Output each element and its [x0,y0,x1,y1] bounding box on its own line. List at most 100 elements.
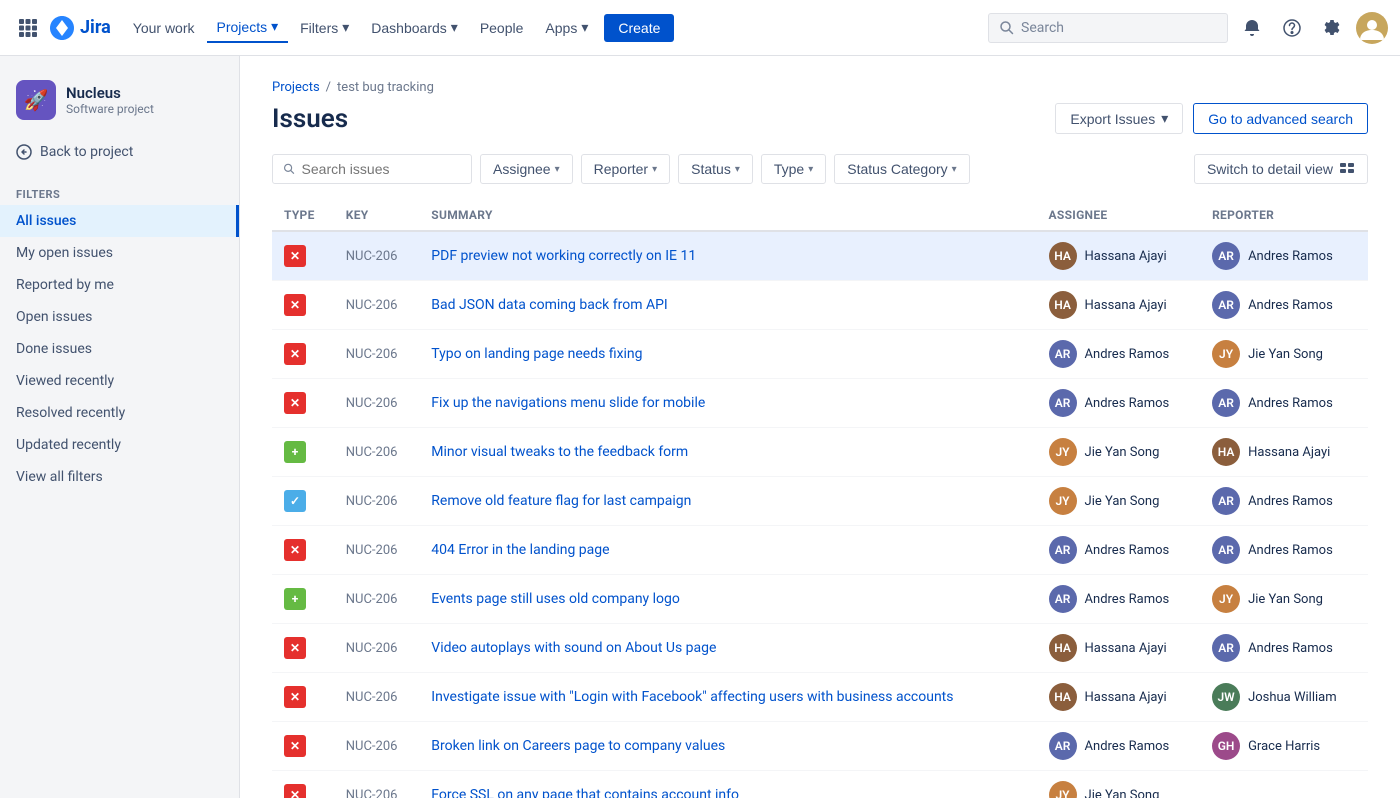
issue-summary[interactable]: Fix up the navigations menu slide for mo… [431,395,705,411]
issue-summary[interactable]: Video autoplays with sound on About Us p… [431,640,716,656]
back-to-project[interactable]: Back to project [0,136,239,168]
sidebar-item-reported-by-me[interactable]: Reported by me [0,269,239,301]
assignee-caret: ▾ [555,164,560,175]
issue-key: NUC-206 [334,526,420,575]
search-issues-input[interactable] [272,154,472,184]
global-search[interactable]: Search [988,13,1228,43]
reporter-name: Grace Harris [1248,739,1320,754]
view-all-filters-link[interactable]: View all filters [0,461,239,493]
advanced-search-button[interactable]: Go to advanced search [1193,103,1368,134]
assignee-avatar: HA [1049,683,1077,711]
type-icon: + [284,441,306,463]
reporter-avatar: AR [1212,389,1240,417]
table-row[interactable]: ✕ NUC-206 Video autoplays with sound on … [272,624,1368,673]
assignee-name: Hassana Ajayi [1085,249,1167,264]
sidebar-item-updated-recently[interactable]: Updated recently [0,429,239,461]
assignee-avatar: AR [1049,536,1077,564]
assignee-avatar: JY [1049,781,1077,798]
table-row[interactable]: ✕ NUC-206 PDF preview not working correc… [272,231,1368,281]
issue-key: NUC-206 [334,624,420,673]
issue-summary[interactable]: Broken link on Careers page to company v… [431,738,725,754]
table-row[interactable]: ✕ NUC-206 Force SSL on any page that con… [272,771,1368,798]
assignee-name: Andres Ramos [1085,543,1170,558]
jira-logo[interactable]: Jira [48,14,111,42]
issue-summary[interactable]: 404 Error in the landing page [431,542,609,558]
assignee-avatar: JY [1049,438,1077,466]
reporter-avatar: AR [1212,487,1240,515]
status-filter[interactable]: Status ▾ [678,154,753,184]
main-nav: Your work Projects ▾ Filters ▾ Dashboard… [123,12,984,43]
nav-dashboards[interactable]: Dashboards ▾ [361,13,468,42]
reporter-cell: AR Andres Ramos [1212,389,1356,417]
assignee-cell: HA Hassana Ajayi [1049,242,1189,270]
reporter-cell: HA Hassana Ajayi [1212,438,1356,466]
type-filter[interactable]: Type ▾ [761,154,826,184]
assignee-avatar: JY [1049,487,1077,515]
issue-summary[interactable]: Force SSL on any page that contains acco… [431,787,739,798]
table-row[interactable]: ✕ NUC-206 Typo on landing page needs fix… [272,330,1368,379]
nav-projects[interactable]: Projects ▾ [207,12,289,43]
nav-your-work[interactable]: Your work [123,14,205,42]
help-button[interactable] [1276,12,1308,44]
assignee-cell: AR Andres Ramos [1049,389,1189,417]
col-reporter: Reporter [1200,200,1368,231]
status-category-filter[interactable]: Status Category ▾ [834,154,969,184]
table-row[interactable]: + NUC-206 Minor visual tweaks to the fee… [272,428,1368,477]
type-icon: ✕ [284,784,306,798]
switch-view-button[interactable]: Switch to detail view [1194,154,1368,184]
type-icon: ✕ [284,637,306,659]
issue-summary[interactable]: PDF preview not working correctly on IE … [431,248,696,264]
nav-apps[interactable]: Apps ▾ [535,13,598,42]
assignee-filter[interactable]: Assignee ▾ [480,154,573,184]
project-type: Software project [66,102,154,116]
reporter-name: Andres Ramos [1248,396,1333,411]
issue-summary[interactable]: Remove old feature flag for last campaig… [431,493,691,509]
reporter-name: Hassana Ajayi [1248,445,1330,460]
table-row[interactable]: ✕ NUC-206 404 Error in the landing page … [272,526,1368,575]
search-issues-field[interactable] [302,161,461,177]
sidebar-item-all-issues[interactable]: All issues [0,205,239,237]
project-name: Nucleus [66,84,154,102]
notifications-button[interactable] [1236,12,1268,44]
assignee-avatar: HA [1049,242,1077,270]
grid-icon[interactable] [12,12,44,44]
reporter-cell: JY Jie Yan Song [1212,585,1356,613]
sidebar-item-resolved-recently[interactable]: Resolved recently [0,397,239,429]
export-issues-button[interactable]: Export Issues ▾ [1055,103,1183,134]
nav-filters[interactable]: Filters ▾ [290,13,359,42]
create-button[interactable]: Create [604,14,674,42]
filters-dropdown-icon: ▾ [342,19,349,36]
assignee-avatar: HA [1049,291,1077,319]
issue-summary[interactable]: Investigate issue with "Login with Faceb… [431,689,953,705]
sidebar-item-open-issues[interactable]: Open issues [0,301,239,333]
assignee-cell: AR Andres Ramos [1049,732,1189,760]
table-row[interactable]: ✕ NUC-206 Bad JSON data coming back from… [272,281,1368,330]
assignee-name: Jie Yan Song [1085,788,1160,798]
page-header: Issues Export Issues ▾ Go to advanced se… [272,103,1368,134]
table-row[interactable]: ✕ NUC-206 Broken link on Careers page to… [272,722,1368,771]
sidebar-item-my-open-issues[interactable]: My open issues [0,237,239,269]
table-row[interactable]: ✕ NUC-206 Fix up the navigations menu sl… [272,379,1368,428]
assignee-name: Hassana Ajayi [1085,298,1167,313]
table-row[interactable]: + NUC-206 Events page still uses old com… [272,575,1368,624]
sidebar-item-viewed-recently[interactable]: Viewed recently [0,365,239,397]
reporter-name: Andres Ramos [1248,298,1333,313]
table-row[interactable]: ✕ NUC-206 Investigate issue with "Login … [272,673,1368,722]
main-content: Projects / test bug tracking Issues Expo… [240,56,1400,798]
issue-summary[interactable]: Bad JSON data coming back from API [431,297,667,313]
user-avatar[interactable] [1356,12,1388,44]
breadcrumb-projects[interactable]: Projects [272,80,320,95]
col-key: Key [334,200,420,231]
assignee-cell: HA Hassana Ajayi [1049,683,1189,711]
reporter-filter[interactable]: Reporter ▾ [581,154,671,184]
issue-key: NUC-206 [334,330,420,379]
reporter-name: Jie Yan Song [1248,592,1323,607]
reporter-cell: AR Andres Ramos [1212,634,1356,662]
issue-summary[interactable]: Typo on landing page needs fixing [431,346,642,362]
nav-people[interactable]: People [470,14,534,42]
sidebar-item-done-issues[interactable]: Done issues [0,333,239,365]
settings-button[interactable] [1316,12,1348,44]
issue-summary[interactable]: Minor visual tweaks to the feedback form [431,444,688,460]
issue-summary[interactable]: Events page still uses old company logo [431,591,680,607]
table-row[interactable]: ✓ NUC-206 Remove old feature flag for la… [272,477,1368,526]
